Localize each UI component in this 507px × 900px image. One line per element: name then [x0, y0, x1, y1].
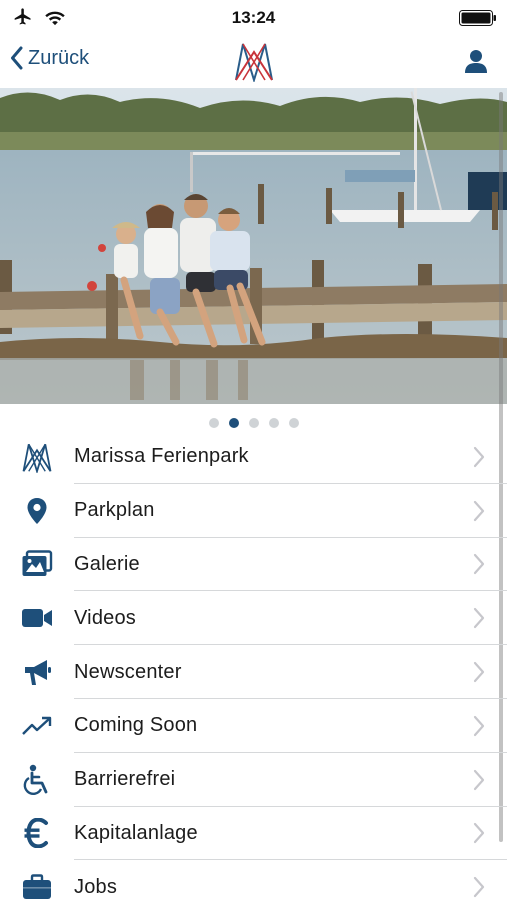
carousel-page-dots[interactable] — [0, 418, 507, 428]
hero-photo — [0, 88, 507, 404]
back-button[interactable]: Zurück — [10, 46, 89, 70]
main-menu: Marissa Ferienpark Parkplan Galerie Vide… — [0, 430, 507, 900]
chevron-right-icon — [473, 554, 485, 575]
menu-item-galerie[interactable]: Galerie — [0, 538, 507, 592]
chevron-right-icon — [473, 715, 485, 736]
euro-icon — [20, 816, 54, 850]
menu-item-label: Coming Soon — [74, 714, 198, 737]
menu-item-label: Marissa Ferienpark — [74, 445, 249, 468]
marissa-logo-icon — [20, 440, 54, 474]
menu-item-newscenter[interactable]: Newscenter — [0, 645, 507, 699]
carousel-dot[interactable] — [288, 418, 299, 428]
marissa-logo-icon[interactable] — [234, 40, 274, 82]
chevron-left-icon — [11, 46, 23, 70]
menu-item-jobs[interactable]: Jobs — [0, 860, 507, 900]
menu-item-videos[interactable]: Videos — [0, 591, 507, 645]
trend-up-icon — [20, 709, 54, 743]
chevron-right-icon — [473, 661, 485, 683]
map-pin-icon — [20, 494, 54, 528]
menu-item-label: Videos — [74, 606, 136, 629]
menu-item-label: Galerie — [74, 552, 140, 575]
wheelchair-icon — [20, 763, 54, 797]
video-camera-icon — [20, 601, 54, 635]
chevron-right-icon — [473, 608, 485, 629]
carousel-dot[interactable] — [248, 418, 259, 428]
status-bar: 13:24 — [0, 0, 507, 34]
chevron-right-icon — [473, 823, 485, 844]
menu-item-label: Kapitalanlage — [74, 821, 198, 844]
briefcase-icon — [20, 870, 54, 900]
menu-item-label: Barrierefrei — [74, 768, 176, 791]
menu-item-coming-soon[interactable]: Coming Soon — [0, 699, 507, 753]
menu-item-parkplan[interactable]: Parkplan — [0, 484, 507, 538]
battery-icon — [459, 10, 496, 26]
menu-item-label: Parkplan — [74, 499, 155, 522]
menu-item-marissa-ferienpark[interactable]: Marissa Ferienpark — [0, 430, 507, 484]
menu-item-label: Jobs — [74, 875, 118, 898]
carousel-dot[interactable] — [208, 418, 219, 428]
back-button-label: Zurück — [28, 46, 90, 69]
menu-item-kapitalanlage[interactable]: Kapitalanlage — [0, 807, 507, 861]
carousel-dot[interactable] — [228, 418, 239, 428]
megaphone-icon — [20, 655, 54, 689]
navigation-bar: Zurück — [0, 34, 507, 88]
carousel-dot[interactable] — [268, 418, 279, 428]
chevron-right-icon — [473, 446, 485, 467]
hero-image[interactable] — [0, 88, 507, 404]
menu-item-label: Newscenter — [74, 660, 182, 683]
menu-item-barrierefrei[interactable]: Barrierefrei — [0, 753, 507, 807]
gallery-icon — [20, 547, 54, 581]
status-time: 13:24 — [231, 8, 276, 27]
chevron-right-icon — [473, 769, 485, 790]
user-icon[interactable] — [463, 48, 489, 74]
chevron-right-icon — [473, 500, 485, 521]
chevron-right-icon — [473, 877, 485, 898]
